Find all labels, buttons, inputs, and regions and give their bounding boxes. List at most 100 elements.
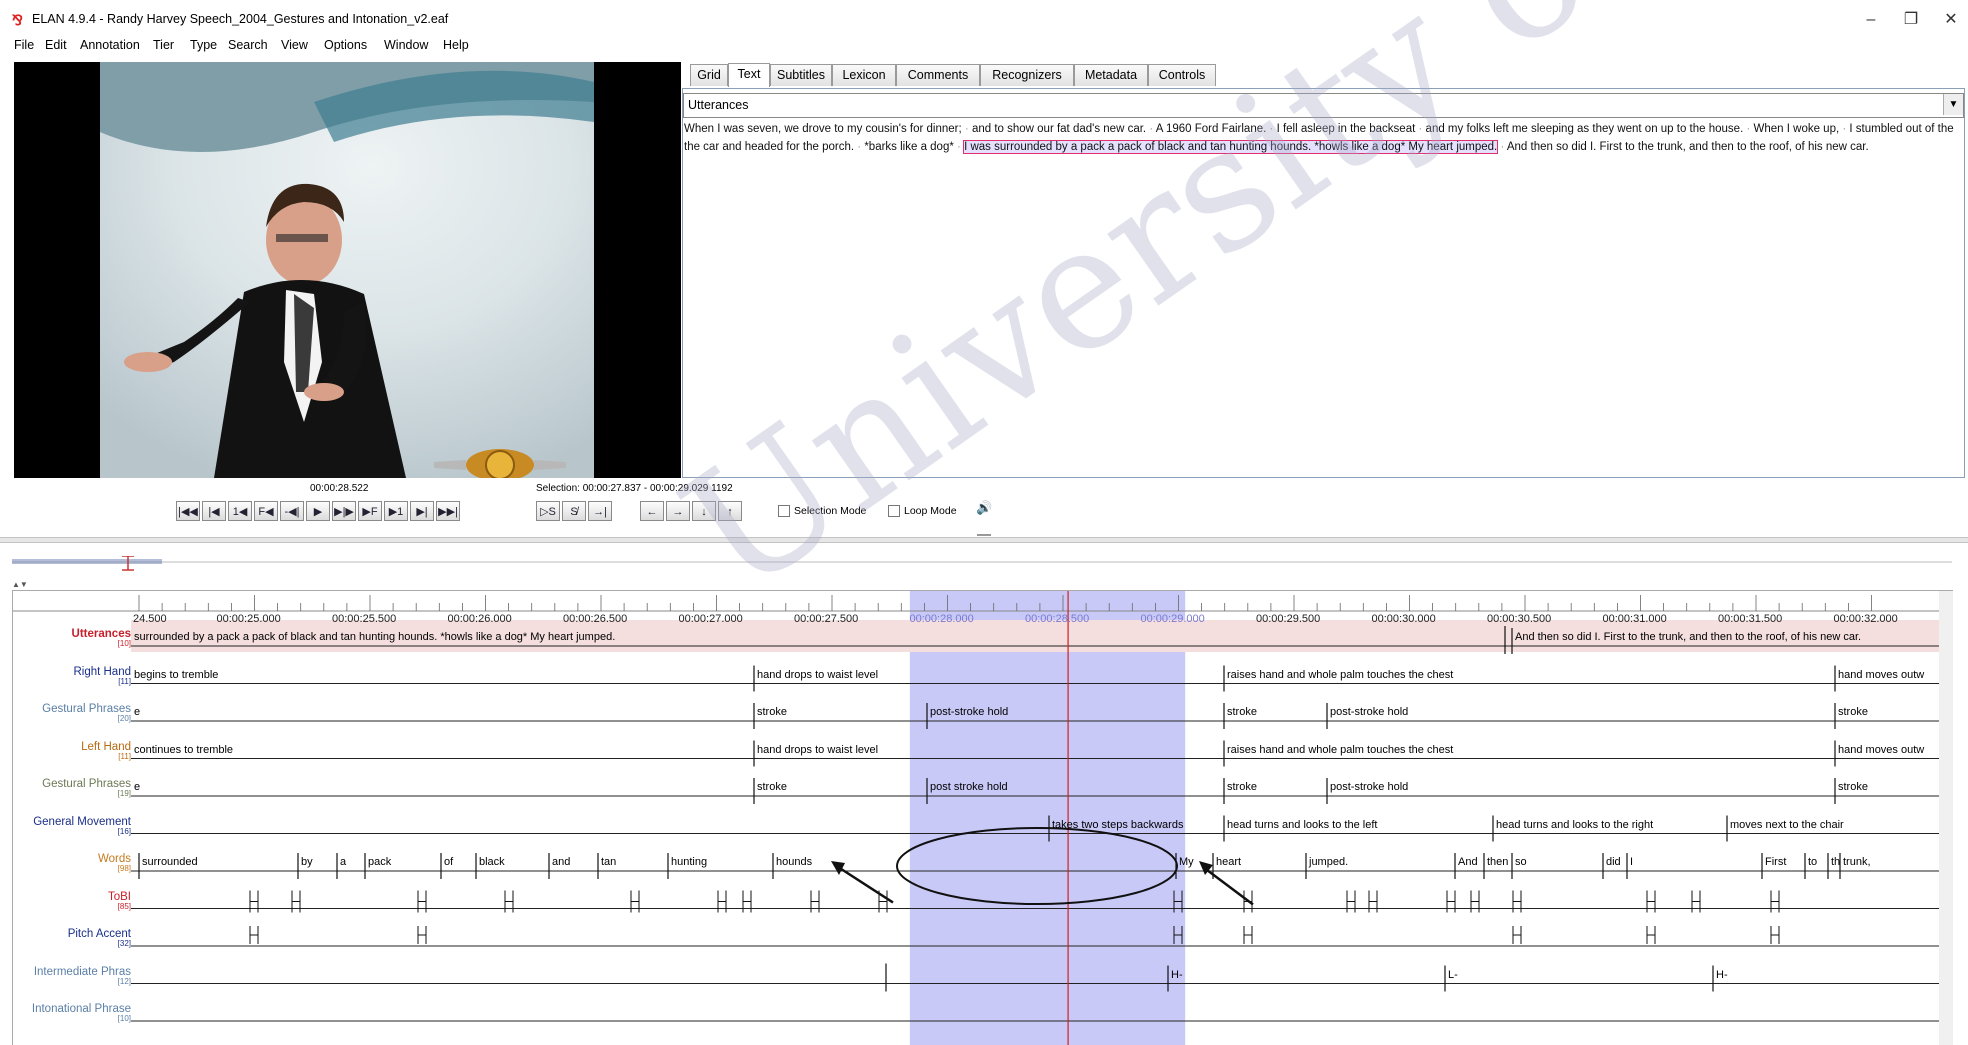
menu-options[interactable]: Options xyxy=(324,38,367,52)
menu-annotation[interactable]: Annotation xyxy=(80,38,140,52)
word-annotation[interactable]: surrounded xyxy=(142,856,198,868)
annotation[interactable]: hand drops to waist level xyxy=(757,669,878,681)
tier-label[interactable]: Left Hand [11] xyxy=(13,741,131,761)
tier-label[interactable]: Gestural Phrases [20] xyxy=(13,703,131,723)
tier-label[interactable]: ToBI [85] xyxy=(13,891,131,911)
utterance-item[interactable]: When I was seven, we drove to my cousin'… xyxy=(684,123,962,135)
tab-metadata[interactable]: Metadata xyxy=(1074,64,1148,86)
sort-arrows-icon[interactable]: ▲▼ xyxy=(12,580,28,589)
annotation[interactable]: stroke xyxy=(1227,706,1257,718)
annotation[interactable]: post stroke hold xyxy=(930,781,1008,793)
menu-help[interactable]: Help xyxy=(443,38,469,52)
go-to-end-button[interactable]: ▶▶| xyxy=(436,501,460,521)
word-annotation[interactable]: so xyxy=(1515,856,1527,868)
annotation[interactable]: stroke xyxy=(1838,706,1868,718)
next-scrollview-button[interactable]: ▶1 xyxy=(384,501,408,521)
previous-ms-button[interactable]: -◀| xyxy=(280,501,304,521)
word-annotation[interactable]: hunting xyxy=(671,856,707,868)
annotation[interactable]: stroke xyxy=(757,781,787,793)
annotation[interactable]: continues to tremble xyxy=(134,744,233,756)
menu-type[interactable]: Type xyxy=(190,38,217,52)
menu-edit[interactable]: Edit xyxy=(45,38,67,52)
play-selection-button[interactable]: ▷S xyxy=(536,501,560,521)
word-annotation[interactable]: a xyxy=(340,856,346,868)
tab-recognizers[interactable]: Recognizers xyxy=(980,64,1074,86)
word-annotation[interactable]: tan xyxy=(601,856,616,868)
annotation[interactable]: L- xyxy=(1448,969,1458,981)
tier-label[interactable]: General Movement [16] xyxy=(13,816,131,836)
annotation[interactable]: stroke xyxy=(757,706,787,718)
word-annotation[interactable]: then xyxy=(1487,856,1508,868)
annotation[interactable]: stroke xyxy=(1838,781,1868,793)
annotation[interactable]: moves next to the chair xyxy=(1730,819,1844,831)
next-ms-button[interactable]: ▶|▶ xyxy=(332,501,356,521)
clear-selection-button[interactable]: S̸ xyxy=(562,501,586,521)
annotation[interactable]: begins to tremble xyxy=(134,669,218,681)
utterance-item[interactable]: When I woke up, xyxy=(1754,123,1840,135)
video-viewer[interactable] xyxy=(14,62,681,478)
nav-left-button[interactable]: ← xyxy=(640,501,664,521)
annotation[interactable]: hand moves outw xyxy=(1838,669,1924,681)
previous-frame-block-button[interactable]: |◀ xyxy=(202,501,226,521)
word-annotation[interactable]: First xyxy=(1765,856,1786,868)
divider-grip-icon[interactable] xyxy=(977,534,991,536)
annotation[interactable]: hand drops to waist level xyxy=(757,744,878,756)
chevron-down-icon[interactable]: ▼ xyxy=(1943,94,1963,115)
annotation[interactable]: surrounded by a pack a pack of black and… xyxy=(134,631,615,643)
word-annotation[interactable]: My xyxy=(1179,856,1194,868)
annotation[interactable]: hand moves outw xyxy=(1838,744,1924,756)
close-icon[interactable]: ✕ xyxy=(1936,8,1966,32)
tab-subtitles[interactable]: Subtitles xyxy=(770,64,832,86)
menu-view[interactable]: View xyxy=(281,38,308,52)
tab-lexicon[interactable]: Lexicon xyxy=(832,64,896,86)
volume-icon[interactable]: 🔊 xyxy=(976,500,992,516)
word-annotation[interactable]: pack xyxy=(368,856,391,868)
tier-label[interactable]: Pitch Accent [32] xyxy=(13,928,131,948)
menu-file[interactable]: File xyxy=(14,38,34,52)
split-pane-divider[interactable] xyxy=(0,537,1968,543)
word-annotation[interactable]: and xyxy=(552,856,570,868)
word-annotation[interactable]: hounds xyxy=(776,856,812,868)
utterance-item[interactable]: *barks like a dog* xyxy=(864,141,954,153)
annotation[interactable]: head turns and looks to the right xyxy=(1496,819,1653,831)
word-annotation[interactable]: to xyxy=(1808,856,1817,868)
word-annotation[interactable]: jumped. xyxy=(1309,856,1348,868)
annotation[interactable]: e xyxy=(134,781,140,793)
word-annotation[interactable]: heart xyxy=(1216,856,1241,868)
annotation[interactable]: post-stroke hold xyxy=(1330,781,1408,793)
annotation[interactable]: raises hand and whole palm touches the c… xyxy=(1227,669,1453,681)
tier-label[interactable]: Gestural Phrases [19] xyxy=(13,778,131,798)
annotation[interactable]: takes two steps backwards xyxy=(1052,819,1183,831)
menu-window[interactable]: Window xyxy=(384,38,428,52)
annotation[interactable]: H- xyxy=(1171,969,1183,981)
word-annotation[interactable]: trunk, xyxy=(1843,856,1871,868)
tab-grid[interactable]: Grid xyxy=(690,64,728,86)
annotation[interactable]: raises hand and whole palm touches the c… xyxy=(1227,744,1453,756)
selection-end-button[interactable]: →| xyxy=(588,501,612,521)
word-annotation[interactable]: did xyxy=(1606,856,1621,868)
tier-label[interactable]: Intonational Phrase [10] xyxy=(13,1003,131,1023)
play-button[interactable]: ▶ xyxy=(306,501,330,521)
annotation[interactable]: H- xyxy=(1716,969,1728,981)
annotation[interactable]: post-stroke hold xyxy=(1330,706,1408,718)
word-annotation[interactable]: And xyxy=(1458,856,1478,868)
tab-comments[interactable]: Comments xyxy=(896,64,980,86)
annotation[interactable]: e xyxy=(134,706,140,718)
annotation[interactable]: stroke xyxy=(1227,781,1257,793)
word-annotation[interactable]: I xyxy=(1630,856,1633,868)
annotation[interactable]: post-stroke hold xyxy=(930,706,1008,718)
word-annotation[interactable]: th xyxy=(1831,856,1840,868)
previous-scrollview-button[interactable]: 1◀ xyxy=(228,501,252,521)
tier-label[interactable]: Right Hand [11] xyxy=(13,666,131,686)
tier-label[interactable]: Utterances [10] xyxy=(13,628,131,648)
utterance-item[interactable]: and to show our fat dad's new car. xyxy=(972,123,1146,135)
previous-frame-button[interactable]: F◀ xyxy=(254,501,278,521)
minimize-icon[interactable]: – xyxy=(1856,8,1886,32)
word-annotation[interactable]: by xyxy=(301,856,313,868)
overview-bar[interactable] xyxy=(0,555,1968,571)
menu-search[interactable]: Search xyxy=(228,38,268,52)
timeline-viewer[interactable]: Utterances [10] Right Hand [11] Gestural Phr… xyxy=(12,590,1953,1045)
restore-icon[interactable]: ❐ xyxy=(1896,8,1926,32)
tier-label[interactable]: Intermediate Phras [12] xyxy=(13,966,131,986)
annotation[interactable]: And then so did I. First to the trunk, a… xyxy=(1515,631,1861,643)
